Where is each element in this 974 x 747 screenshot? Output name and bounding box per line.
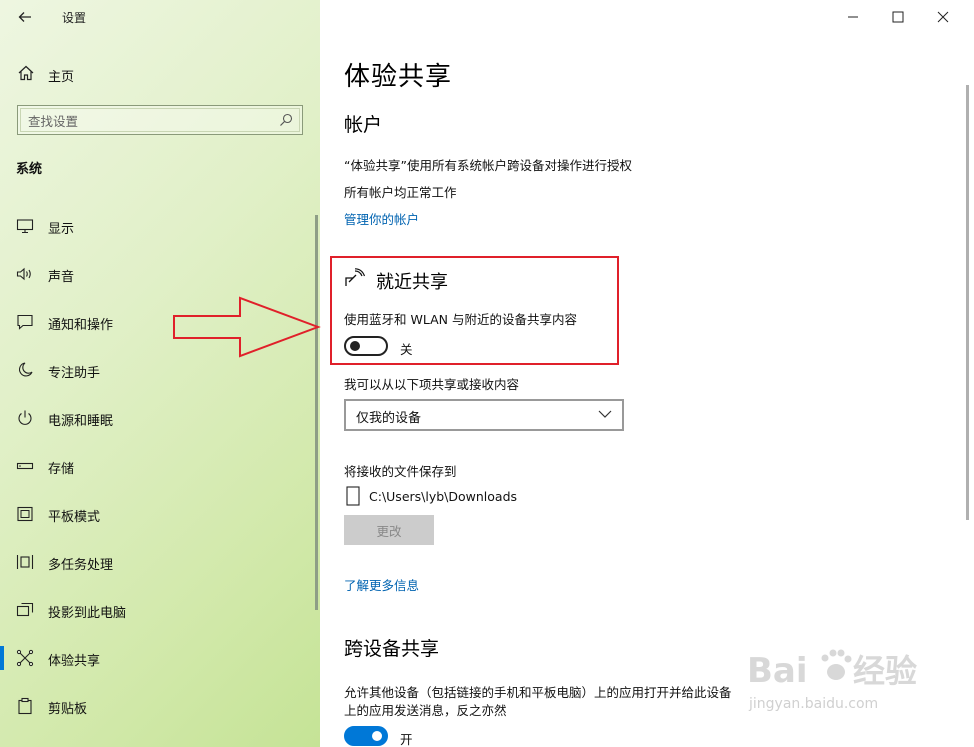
clipboard-icon <box>18 697 32 715</box>
red-arrow-annotation <box>173 296 321 358</box>
sidebar-item-label: 主页 <box>48 70 75 85</box>
moon-icon <box>19 362 33 377</box>
baidu-watermark: Bai 经验 jingyan.baidu.com <box>745 640 965 720</box>
cross-device-toggle[interactable] <box>344 726 388 746</box>
power-icon <box>18 410 32 425</box>
receive-from-dropdown[interactable]: 仅我的设备 <box>344 399 624 431</box>
accounts-status: 所有帐户均正常工作 <box>344 185 457 200</box>
sidebar-scrollbar[interactable] <box>315 215 318 610</box>
receive-from-label: 我可以从以下项共享或接收内容 <box>344 377 520 392</box>
minimize-button[interactable] <box>838 4 868 30</box>
sidebar-item-label: 通知和操作 <box>48 318 114 333</box>
sidebar-item-home[interactable]: 主页 <box>0 60 320 88</box>
notification-icon <box>17 314 33 330</box>
main-content: 体验共享 帐户 “体验共享”使用所有系统帐户跨设备对操作进行授权 所有帐户均正常… <box>320 0 974 747</box>
accounts-description: “体验共享”使用所有系统帐户跨设备对操作进行授权 <box>344 158 632 173</box>
home-icon <box>18 65 34 81</box>
monitor-icon <box>16 219 34 234</box>
sidebar-item-tablet-mode[interactable]: 平板模式 <box>0 494 314 534</box>
sidebar-item-label: 平板模式 <box>48 510 101 525</box>
watermark-brand: Bai <box>747 651 808 691</box>
share-icon <box>16 649 34 667</box>
projection-icon <box>16 602 34 617</box>
sidebar-item-label: 剪贴板 <box>48 702 88 717</box>
sidebar-item-multitasking[interactable]: 多任务处理 <box>0 542 314 582</box>
sidebar-section-title: 系统 <box>16 162 43 177</box>
sidebar-titlebar: 设置 <box>0 0 320 34</box>
sidebar-item-label: 电源和睡眠 <box>48 414 114 429</box>
chevron-down-icon <box>598 410 612 418</box>
toggle-knob <box>350 341 360 351</box>
minimize-icon <box>848 16 858 18</box>
nearby-share-icon <box>345 268 366 286</box>
baidu-logo: Bai 经验 jingyan.baidu.com <box>747 649 917 712</box>
sidebar-item-label: 显示 <box>48 222 75 237</box>
multitask-icon <box>16 555 34 569</box>
back-arrow-icon <box>18 12 31 22</box>
sidebar-item-projection[interactable]: 投影到此电脑 <box>0 590 314 630</box>
sidebar-item-label: 声音 <box>48 270 75 285</box>
paw-icon <box>821 649 852 680</box>
scrollbar-thumb[interactable] <box>966 85 969 520</box>
main-scrollbar[interactable] <box>960 0 974 747</box>
save-path: C:\Users\lyb\Downloads <box>369 489 518 504</box>
sidebar-item-label: 多任务处理 <box>48 558 114 573</box>
sidebar-item-shared-experiences[interactable]: 体验共享 <box>0 638 314 678</box>
tablet-icon <box>17 506 33 522</box>
cross-device-description-1: 允许其他设备（包括链接的手机和平板电脑）上的应用打开并给此设备 <box>344 685 732 700</box>
save-location-label: 将接收的文件保存到 <box>344 464 457 479</box>
nearby-sharing-toggle[interactable] <box>344 336 388 356</box>
back-button[interactable] <box>12 5 38 29</box>
search-input[interactable] <box>28 112 258 130</box>
cross-device-toggle-state: 开 <box>400 732 413 747</box>
nearby-sharing-heading: 就近共享 <box>376 272 448 293</box>
sidebar-item-storage[interactable]: 存储 <box>0 446 314 486</box>
active-indicator <box>0 646 4 670</box>
nearby-sharing-toggle-state: 关 <box>400 342 413 357</box>
sidebar-item-label: 体验共享 <box>48 654 101 669</box>
maximize-button[interactable] <box>883 4 913 30</box>
watermark-url: jingyan.baidu.com <box>748 696 878 712</box>
cross-device-heading: 跨设备共享 <box>344 638 440 660</box>
sidebar-item-display[interactable]: 显示 <box>0 206 314 246</box>
manage-accounts-link[interactable]: 管理你的帐户 <box>344 209 419 228</box>
search-field[interactable] <box>17 105 303 135</box>
sidebar-item-label: 存储 <box>48 462 75 477</box>
speaker-icon <box>16 267 31 281</box>
change-location-button[interactable]: 更改 <box>344 515 434 545</box>
close-icon <box>937 11 949 23</box>
maximize-icon <box>892 11 904 23</box>
sidebar: 设置 主页 系统 显示 声音 通知和操作 专注助手 电源和睡眠 存储 平板模式 <box>0 0 320 747</box>
nearby-sharing-description: 使用蓝牙和 WLAN 与附近的设备共享内容 <box>344 312 577 327</box>
sidebar-item-power[interactable]: 电源和睡眠 <box>0 398 314 438</box>
file-icon <box>346 486 360 506</box>
cross-device-description-2: 上的应用发送消息，反之亦然 <box>344 703 507 718</box>
storage-icon <box>16 462 34 470</box>
toggle-knob <box>372 731 382 741</box>
accounts-heading: 帐户 <box>344 114 383 136</box>
page-title: 体验共享 <box>344 62 453 92</box>
sidebar-item-clipboard[interactable]: 剪贴板 <box>0 686 314 726</box>
sidebar-item-label: 专注助手 <box>48 366 101 381</box>
close-button[interactable] <box>928 4 958 30</box>
sidebar-item-label: 投影到此电脑 <box>48 606 127 621</box>
app-title: 设置 <box>62 11 87 25</box>
sidebar-item-sound[interactable]: 声音 <box>0 254 314 294</box>
learn-more-link[interactable]: 了解更多信息 <box>344 575 419 594</box>
dropdown-value: 仅我的设备 <box>356 411 422 426</box>
watermark-brand-2: 经验 <box>853 652 917 690</box>
search-icon[interactable] <box>278 112 294 128</box>
